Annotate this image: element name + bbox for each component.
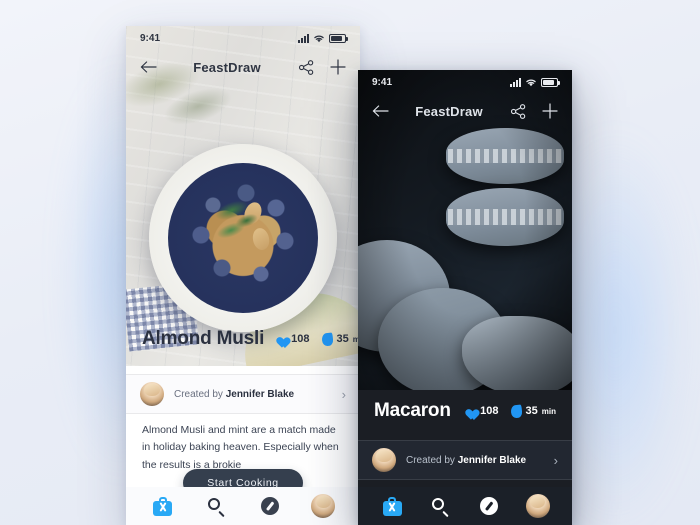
app-title-dark: FeastDraw [415, 103, 483, 119]
time-unit-dark: min [541, 406, 556, 416]
compass-icon [480, 497, 499, 515]
wifi-icon [526, 79, 536, 87]
recipe-description-light: Almond Musli and mint are a match made i… [142, 424, 339, 471]
time-stat-dark: 35 min [509, 403, 556, 419]
status-bar-dark: 9:41 [358, 70, 572, 94]
cellular-bars-icon [298, 33, 309, 43]
phone-screen-dark: 9:41 FeastDraw Macaron 108 35 min Create… [358, 70, 572, 525]
bottom-tab-bar-dark [358, 487, 572, 525]
recipe-stats-dark: 108 35 min [463, 403, 556, 419]
tab-explore-light[interactable] [258, 494, 282, 518]
creator-row-dark[interactable]: Created by Jennifer Blake › [358, 440, 572, 480]
battery-icon [541, 77, 560, 87]
likes-stat-light: 108 [274, 333, 309, 345]
flame-icon [509, 403, 523, 419]
creator-row-light[interactable]: Created by Jennifer Blake › [126, 374, 360, 414]
shopping-bag-utensils-icon [153, 496, 173, 516]
share-icon[interactable] [296, 57, 316, 77]
creator-label-light: Created by Jennifer Blake [174, 389, 294, 400]
creator-prefix-light: Created by [174, 388, 226, 400]
top-nav-bar-dark: FeastDraw [358, 94, 572, 128]
recipe-title-light: Almond Musli [142, 328, 265, 349]
avatar [140, 382, 164, 406]
wifi-icon [314, 35, 324, 43]
time-value-dark: 35 [525, 405, 538, 417]
creator-name-light: Jennifer Blake [225, 388, 295, 400]
battery-icon [329, 33, 348, 43]
cellular-bars-icon [510, 77, 521, 87]
plus-icon[interactable] [540, 101, 560, 121]
search-icon [207, 497, 225, 517]
time-stat-light: 35min [320, 331, 360, 347]
granola-bowl [149, 144, 337, 332]
plus-icon[interactable] [328, 57, 348, 77]
app-title-light: FeastDraw [193, 59, 261, 75]
avatar [372, 448, 396, 472]
status-time: 9:41 [140, 32, 161, 44]
search-icon [432, 497, 449, 517]
recipe-title-row-dark: Macaron 108 35 min [358, 400, 572, 422]
share-icon[interactable] [508, 101, 528, 121]
recipe-title-row-light: Almond Musli 108 35min [126, 328, 360, 350]
tab-explore-dark[interactable] [477, 494, 501, 518]
tab-profile-light[interactable] [311, 494, 336, 518]
heart-icon [274, 333, 287, 345]
creator-label-dark: Created by Jennifer Blake [406, 455, 526, 466]
flame-icon [320, 331, 334, 347]
status-bar: 9:41 [126, 26, 360, 50]
tab-basket-dark[interactable] [380, 494, 404, 518]
recipe-stats-light: 108 35min [274, 331, 360, 347]
time-value-light: 35 [336, 333, 349, 345]
creator-name-dark: Jennifer Blake [457, 454, 527, 466]
compass-icon [260, 497, 279, 515]
recipe-title-dark: Macaron [374, 400, 451, 421]
creator-prefix-dark: Created by [406, 454, 458, 466]
avatar-icon [311, 494, 336, 518]
status-time-dark: 9:41 [372, 76, 393, 88]
phone-screen-light: 9:41 FeastDraw Almond Musli 108 35 m Cre… [126, 26, 360, 525]
back-arrow-icon[interactable] [370, 101, 390, 121]
chevron-right-icon[interactable]: › [342, 387, 346, 402]
chevron-right-icon[interactable]: › [554, 453, 558, 468]
top-nav-bar-light: FeastDraw [126, 50, 360, 84]
tab-basket-light[interactable] [151, 494, 175, 518]
likes-stat-dark: 108 [463, 405, 498, 417]
avatar-icon [525, 494, 550, 518]
heart-icon [463, 405, 476, 417]
tab-profile-dark[interactable] [525, 494, 550, 518]
likes-count-dark: 108 [480, 405, 499, 417]
likes-count-light: 108 [291, 333, 310, 345]
shopping-bag-utensils-icon [382, 496, 402, 516]
back-arrow-icon[interactable] [138, 57, 158, 77]
tab-search-dark[interactable] [429, 494, 453, 518]
tab-search-light[interactable] [204, 494, 228, 518]
bottom-tab-bar-light [126, 487, 360, 525]
